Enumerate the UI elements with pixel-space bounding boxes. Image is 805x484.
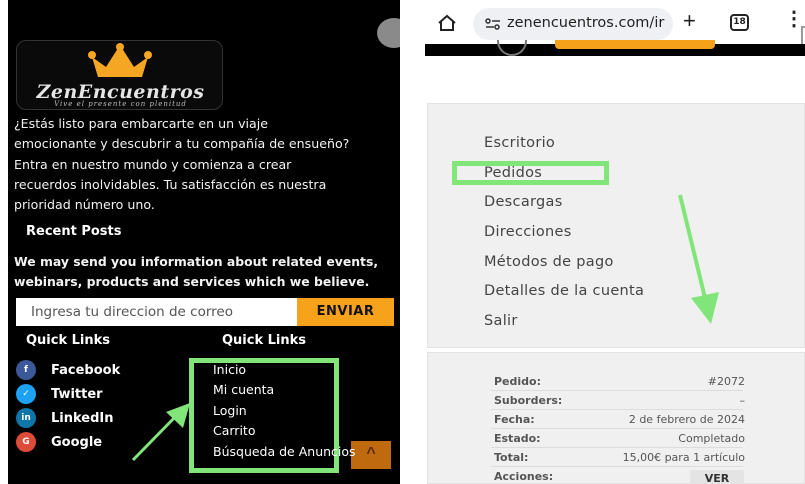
edge-fragment bbox=[801, 26, 805, 46]
quick-links-heading-social: Quick Links bbox=[26, 333, 111, 348]
green-arrow-annotation-icon bbox=[131, 403, 190, 462]
intro-line: recuerdos inolvidables. Tu satisfacción … bbox=[14, 176, 327, 192]
social-link-label: Facebook bbox=[51, 362, 121, 378]
social-link-facebook[interactable]: f Facebook bbox=[16, 360, 120, 380]
crown-icon bbox=[88, 43, 152, 77]
account-menu-descargas[interactable]: Descargas bbox=[484, 194, 563, 210]
order-label-suborders: Suborders: bbox=[494, 394, 563, 407]
order-label-total: Total: bbox=[494, 451, 529, 464]
newsletter-info: We may send you information about relate… bbox=[14, 252, 396, 292]
order-value-total: 15,00€ para 1 artículo bbox=[622, 451, 745, 464]
order-value-status: Completado bbox=[678, 432, 745, 445]
info-line: webinars, products and services which we… bbox=[14, 274, 370, 289]
logo-tagline: Vive el presente con plenitud bbox=[54, 100, 187, 108]
order-label-number: Pedido: bbox=[494, 375, 541, 388]
quick-link-login[interactable]: Login bbox=[213, 403, 247, 418]
account-page-screenshot: zenencuentros.com/ir + 18 ⋮ Escritorio P… bbox=[425, 0, 805, 484]
order-value-date: 2 de febrero de 2024 bbox=[628, 413, 745, 426]
order-label-status: Estado: bbox=[494, 432, 541, 445]
order-label-date: Fecha: bbox=[494, 413, 535, 426]
recent-posts-heading: Recent Posts bbox=[26, 224, 122, 239]
twitter-icon: ✓ bbox=[16, 384, 36, 404]
social-link-label: Twitter bbox=[51, 386, 103, 402]
tab-switcher-icon[interactable]: 18 bbox=[730, 14, 749, 31]
scroll-to-top-button[interactable]: ^ bbox=[351, 441, 391, 469]
header-button-fragment[interactable] bbox=[555, 40, 715, 49]
quick-link-carrito[interactable]: Carrito bbox=[213, 423, 255, 438]
intro-line: ¿Estás listo para embarcarte en un viaje bbox=[14, 116, 268, 131]
intro-line: Entra en nuestro mundo y comienza a crea… bbox=[14, 156, 292, 172]
account-menu-salir[interactable]: Salir bbox=[484, 313, 518, 329]
order-divider bbox=[491, 428, 743, 429]
browser-toolbar: zenencuentros.com/ir + 18 ⋮ bbox=[425, 0, 805, 46]
quick-link-busqueda-anuncios[interactable]: Búsqueda de Anuncios bbox=[213, 444, 356, 459]
order-label-actions: Acciones: bbox=[494, 470, 554, 483]
quick-link-mi-cuenta[interactable]: Mi cuenta bbox=[213, 382, 274, 397]
quick-link-inicio[interactable]: Inicio bbox=[213, 362, 246, 377]
social-link-label: LinkedIn bbox=[51, 410, 114, 426]
intro-paragraph: ¿Estás listo para embarcarte en un viaje… bbox=[14, 114, 396, 215]
order-value-suborders: – bbox=[739, 394, 746, 407]
quick-links-heading-pages: Quick Links bbox=[222, 333, 307, 348]
google-icon: G bbox=[16, 432, 36, 452]
social-link-twitter[interactable]: ✓ Twitter bbox=[16, 384, 103, 404]
order-card bbox=[427, 352, 805, 484]
intro-line: prioridad número uno. bbox=[14, 197, 155, 213]
order-divider bbox=[491, 409, 743, 410]
account-menu-escritorio[interactable]: Escritorio bbox=[484, 135, 555, 151]
view-order-button[interactable]: VER bbox=[690, 470, 744, 484]
address-bar[interactable]: zenencuentros.com/ir bbox=[473, 8, 673, 40]
floating-circle-button[interactable] bbox=[377, 18, 400, 48]
url-text: zenencuentros.com/ir bbox=[507, 15, 665, 31]
linkedin-icon: in bbox=[16, 408, 36, 428]
order-divider bbox=[491, 466, 743, 467]
home-icon[interactable] bbox=[437, 14, 457, 32]
account-menu-direcciones[interactable]: Direcciones bbox=[484, 224, 572, 240]
order-divider bbox=[491, 390, 743, 391]
site-logo[interactable]: ZenEncuentros Vive el presente con pleni… bbox=[16, 40, 223, 110]
newsletter-send-button[interactable]: ENVIAR bbox=[297, 298, 394, 326]
site-settings-icon[interactable] bbox=[485, 18, 501, 30]
order-divider bbox=[491, 447, 743, 448]
account-menu-detalles-cuenta[interactable]: Detalles de la cuenta bbox=[484, 283, 644, 299]
account-menu-metodos-pago[interactable]: Métodos de pago bbox=[484, 254, 614, 270]
order-value-number: #2072 bbox=[707, 375, 745, 388]
facebook-icon: f bbox=[16, 360, 36, 380]
info-line: We may send you information about relate… bbox=[14, 254, 379, 269]
intro-line: emocionante y descubrir a tu compañía de… bbox=[14, 136, 350, 152]
social-link-linkedin[interactable]: in LinkedIn bbox=[16, 408, 114, 428]
green-arrow-annotation-icon bbox=[678, 194, 719, 324]
newsletter-email-input[interactable]: Ingresa tu direccion de correo bbox=[16, 298, 297, 326]
highlight-box-pedidos bbox=[452, 161, 609, 185]
new-tab-icon[interactable]: + bbox=[683, 10, 696, 32]
site-footer-screenshot: ZenEncuentros Vive el presente con pleni… bbox=[8, 0, 400, 484]
social-link-google[interactable]: G Google bbox=[16, 432, 102, 452]
social-link-label: Google bbox=[51, 434, 103, 450]
